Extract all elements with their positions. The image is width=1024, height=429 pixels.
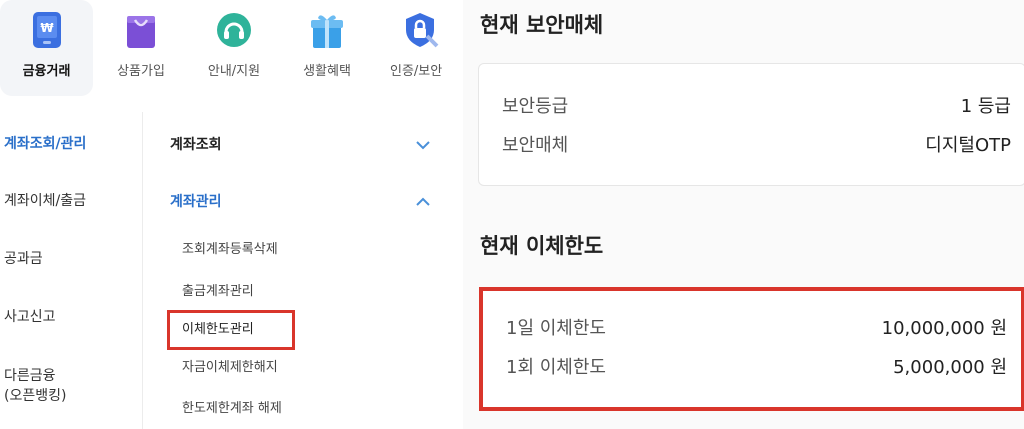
section-label: 계좌관리 <box>170 194 222 210</box>
section-account-management[interactable]: 계좌관리 <box>170 190 450 214</box>
top-category-label: 안내/지원 <box>207 64 261 79</box>
content-panel: 현재 보안매체 보안등급 1 등급 보안매체 디지털OTP 현재 이체한도 1일… <box>463 0 1024 429</box>
daily-limit-label: 1일 이체한도 <box>506 318 606 339</box>
highlight-box-transfer-limit-menu <box>167 310 295 350</box>
top-category-benefits[interactable]: 생활혜택 <box>283 0 371 96</box>
security-info-card: 보안등급 1 등급 보안매체 디지털OTP <box>478 63 1024 186</box>
top-category-finance[interactable]: ₩ 금융거래 <box>0 0 93 96</box>
svg-text:₩: ₩ <box>40 21 54 35</box>
security-medium-label: 보안매체 <box>502 135 569 156</box>
security-section-title: 현재 보안매체 <box>480 13 604 37</box>
submenu-item-withdrawal-account[interactable]: 출금계좌관리 <box>182 283 254 301</box>
top-category-label: 생활혜택 <box>303 64 351 79</box>
menu-panel: ₩ 금융거래 상품가입 안내/지원 생활혜택 인증/보안 계좌조회/관리 계좌이… <box>0 0 463 429</box>
chevron-down-icon[interactable] <box>416 140 430 150</box>
submenu-item-release-transfer-restriction[interactable]: 자금이체제한해지 <box>182 359 278 377</box>
sidebar-item-open-banking[interactable]: 다른금융 (오픈뱅킹) <box>4 366 66 406</box>
per-transaction-limit-value: 5,000,000 원 <box>893 357 1007 378</box>
security-medium-value: 디지털OTP <box>925 135 1011 156</box>
security-grade-value: 1 등급 <box>960 96 1011 117</box>
transfer-limit-section-title: 현재 이체한도 <box>480 234 604 258</box>
top-category-support[interactable]: 안내/지원 <box>190 0 278 96</box>
shield-lock-icon <box>405 13 438 48</box>
sidebar-item-transfer[interactable]: 계좌이체/출금 <box>4 191 86 211</box>
sidebar-divider <box>142 112 143 429</box>
daily-limit-value: 10,000,000 원 <box>881 318 1007 339</box>
sidebar-item-account-inquiry[interactable]: 계좌조회/관리 <box>4 134 86 154</box>
per-transaction-limit-label: 1회 이체한도 <box>506 357 606 378</box>
submenu-item-release-limited-account[interactable]: 한도제한계좌 해제 <box>182 400 282 418</box>
transfer-limit-card: 1일 이체한도 10,000,000 원 1회 이체한도 5,000,000 원 <box>479 287 1024 411</box>
security-grade-label: 보안등급 <box>502 96 569 117</box>
top-category-label: 상품가입 <box>117 64 165 79</box>
sidebar-item-incident-report[interactable]: 사고신고 <box>4 307 56 327</box>
top-category-label: 인증/보안 <box>390 64 443 79</box>
sidebar-item-utility-bills[interactable]: 공과금 <box>4 249 43 269</box>
gift-box-icon <box>311 15 343 48</box>
top-category-auth-security[interactable]: 인증/보안 <box>376 0 463 96</box>
headset-support-icon <box>217 13 251 47</box>
section-account-inquiry[interactable]: 계좌조회 <box>170 133 450 157</box>
top-category-label: 금융거래 <box>22 64 71 79</box>
finance-app-icon: ₩ <box>32 12 61 48</box>
top-category-products[interactable]: 상품가입 <box>97 0 185 96</box>
shopping-bag-icon <box>127 16 155 48</box>
submenu-item-register-inquiry-account[interactable]: 조회계좌등록삭제 <box>182 241 278 259</box>
chevron-up-icon[interactable] <box>416 197 430 207</box>
section-label: 계좌조회 <box>170 137 222 153</box>
